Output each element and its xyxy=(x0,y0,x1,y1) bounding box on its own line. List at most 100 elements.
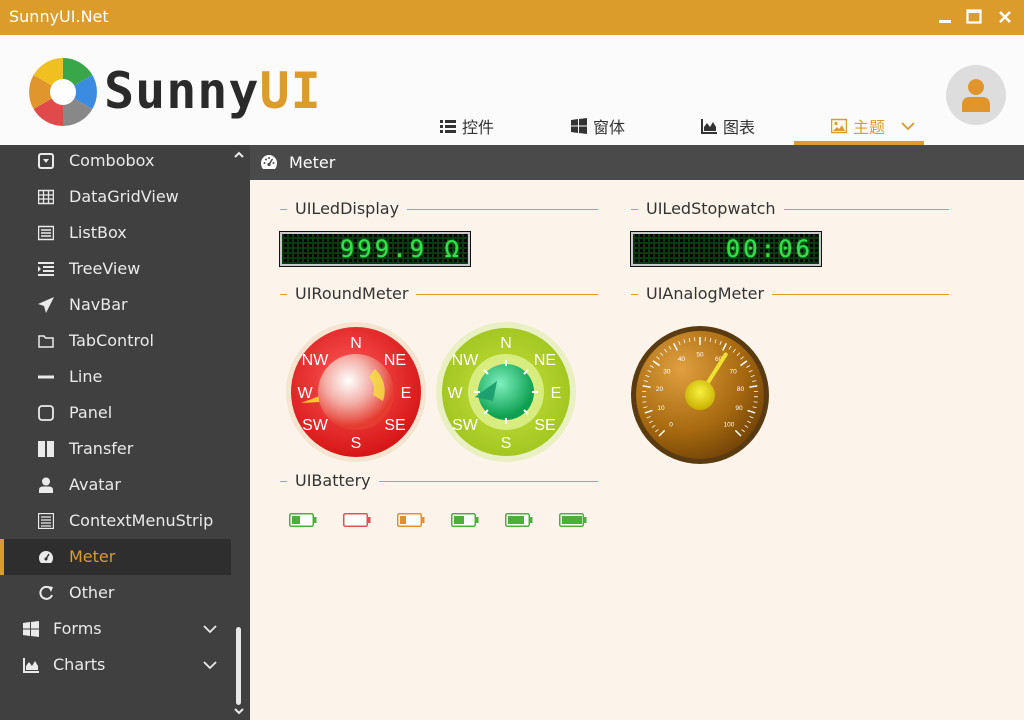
nav-label: 主题 xyxy=(853,118,886,137)
nav-tab-charts[interactable]: 图表 xyxy=(701,107,755,145)
sidebar-item-line[interactable]: Line xyxy=(0,359,231,395)
sidebar-item-label: Line xyxy=(69,367,103,386)
dashboard-icon xyxy=(39,551,53,563)
sidebar-item-label: DataGridView xyxy=(69,187,179,206)
nav-tab-controls[interactable]: 控件 xyxy=(440,107,494,145)
group-title: UIRoundMeter xyxy=(287,284,417,304)
sidebar-item-meter[interactable]: Meter xyxy=(0,539,231,575)
sidebar-item-combobox[interactable]: Combobox xyxy=(0,145,231,179)
chevron-down-icon xyxy=(203,661,217,670)
image-icon xyxy=(831,118,847,134)
scroll-up-icon[interactable] xyxy=(233,150,245,160)
analog-tick-mark xyxy=(642,401,647,403)
sidebar-item-other[interactable]: Other xyxy=(0,575,231,611)
battery-icon xyxy=(343,513,371,527)
sidebar-item-transfer[interactable]: Transfer xyxy=(0,431,231,467)
compass-se: SE xyxy=(534,417,555,434)
battery-icon xyxy=(505,513,533,527)
group-led-stopwatch: UILedStopwatch xyxy=(631,199,949,219)
sidebar-item-label: Transfer xyxy=(69,439,134,458)
sidebar-item-listbox[interactable]: ListBox xyxy=(0,215,231,251)
battery-indicator xyxy=(289,512,317,527)
compass-w: W xyxy=(297,385,313,402)
maximize-button[interactable] xyxy=(963,6,985,28)
group-title: UILedDisplay xyxy=(287,199,408,219)
sidebar-item-label: TreeView xyxy=(69,259,141,278)
analog-tick-mark xyxy=(753,401,758,403)
area-chart-icon xyxy=(23,658,39,673)
battery-indicator xyxy=(451,512,479,527)
selected-indicator xyxy=(0,539,4,575)
sidebar-scrollbar-thumb[interactable] xyxy=(236,627,241,705)
group-title: UILedStopwatch xyxy=(638,199,784,219)
led-stopwatch-value: 00:06 xyxy=(725,235,813,263)
sidebar-item-label: ListBox xyxy=(69,223,127,242)
round-meter-red: N NE E SE S SW W NW xyxy=(286,322,426,462)
sidebar-item-datagridview[interactable]: DataGridView xyxy=(0,179,231,215)
compass-e: E xyxy=(551,385,562,402)
nav-label: 图表 xyxy=(723,118,756,137)
compass-ne: NE xyxy=(384,352,406,369)
analog-tick-label: 0 xyxy=(669,421,673,428)
sidebar-item-contextmenustrip[interactable]: ContextMenuStrip xyxy=(0,503,231,539)
compass-nw: NW xyxy=(452,352,480,369)
paper-plane-icon xyxy=(38,297,54,313)
battery-indicator xyxy=(397,512,425,527)
sidebar-item-label: Meter xyxy=(69,547,116,566)
sidebar-item-treeview[interactable]: TreeView xyxy=(0,251,231,287)
user-icon xyxy=(39,477,53,493)
brand-text: Sunny xyxy=(104,62,260,120)
chevron-down-icon xyxy=(901,122,915,131)
windows-icon xyxy=(571,118,587,134)
group-title: UIAnalogMeter xyxy=(638,284,773,304)
page-title: Meter xyxy=(289,153,336,172)
compass-ne: NE xyxy=(534,352,556,369)
square-icon xyxy=(38,405,54,421)
scroll-down-icon[interactable] xyxy=(233,706,245,716)
group-analog-meter: UIAnalogMeter xyxy=(631,284,949,304)
maximize-icon xyxy=(966,9,982,24)
combobox-icon xyxy=(38,153,54,169)
analog-tick-label: 100 xyxy=(724,421,735,428)
minimize-button[interactable] xyxy=(934,6,956,28)
compass-se: SE xyxy=(384,417,405,434)
user-icon xyxy=(962,79,990,112)
analog-tick-label: 50 xyxy=(696,352,704,359)
battery-icon xyxy=(451,513,479,527)
close-button[interactable] xyxy=(994,6,1016,28)
analog-tick-label: 10 xyxy=(657,405,665,412)
menu-icon xyxy=(38,513,54,529)
columns-icon xyxy=(38,441,54,457)
sidebar-group-charts[interactable]: Charts xyxy=(0,647,231,683)
compass-sw: SW xyxy=(302,417,329,434)
sidebar-item-panel[interactable]: Panel xyxy=(0,395,231,431)
grid-icon xyxy=(38,189,54,205)
compass-n: N xyxy=(500,335,512,352)
sidebar-item-avatar[interactable]: Avatar xyxy=(0,467,231,503)
list-icon xyxy=(440,120,456,133)
window-title: SunnyUI.Net xyxy=(9,7,109,26)
round-meter-green: N NE E SE S SW W NW xyxy=(436,322,576,462)
sidebar-item-navbar[interactable]: NavBar xyxy=(0,287,231,323)
sidebar-item-label: Avatar xyxy=(69,475,121,494)
analog-tick-label: 30 xyxy=(663,368,671,375)
user-avatar[interactable] xyxy=(946,65,1006,125)
group-battery: UIBattery xyxy=(280,471,598,491)
sidebar-group-forms[interactable]: Forms xyxy=(0,611,231,647)
treeview-icon xyxy=(38,262,54,276)
nav-tab-forms[interactable]: 窗体 xyxy=(571,107,625,145)
compass-s: S xyxy=(351,435,362,452)
app-header: SunnyUI 控件 窗体 图表 主题 xyxy=(0,35,1024,145)
folder-icon xyxy=(38,335,54,348)
nav-label: 控件 xyxy=(462,118,495,137)
analog-tick-label: 80 xyxy=(737,386,745,393)
sidebar-item-tabcontrol[interactable]: TabControl xyxy=(0,323,231,359)
sidebar-group-label: Forms xyxy=(53,619,102,638)
analog-tick-label: 40 xyxy=(678,356,686,363)
dashboard-icon xyxy=(261,155,277,169)
led-display-value: 999.9 Ω xyxy=(339,235,462,263)
battery-indicator xyxy=(505,512,533,527)
nav-tab-themes[interactable]: 主题 xyxy=(831,107,915,145)
compass-w: W xyxy=(447,385,463,402)
compass-sw: SW xyxy=(452,417,479,434)
